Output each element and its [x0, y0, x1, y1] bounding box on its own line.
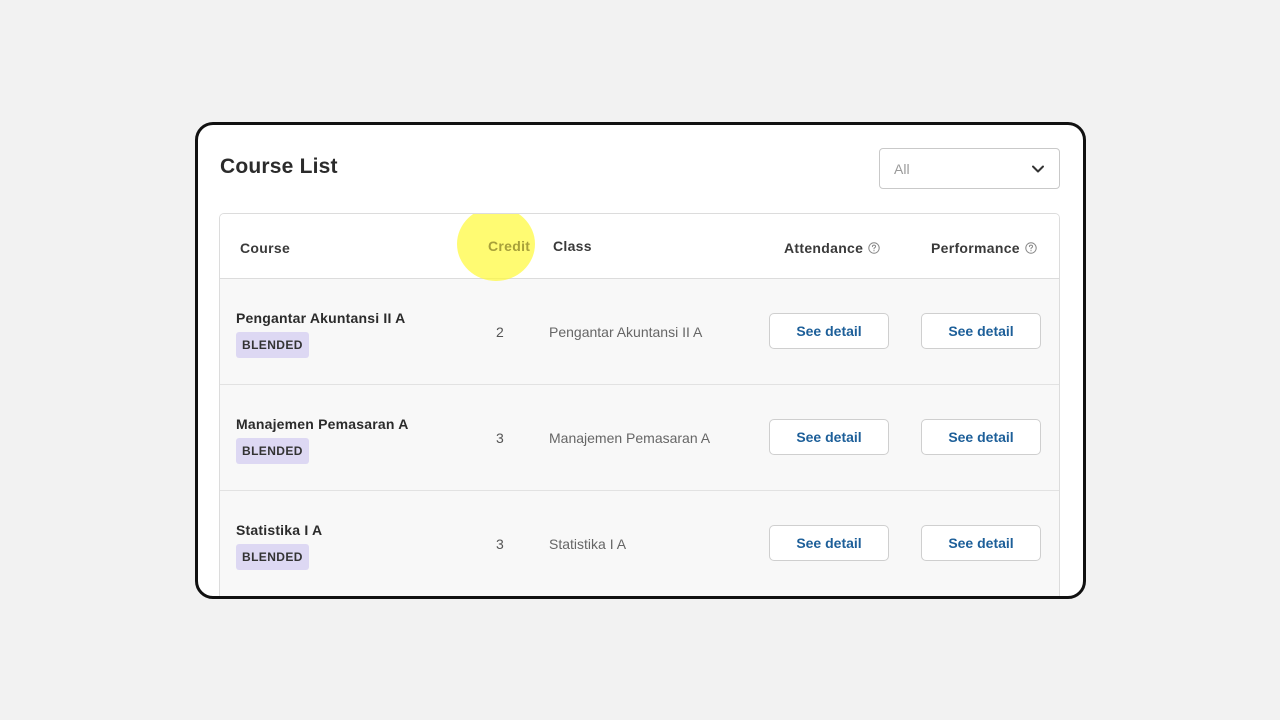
course-name: Pengantar Akuntansi II A — [236, 310, 406, 326]
credit-value: 2 — [496, 324, 504, 340]
help-circle-icon[interactable] — [1025, 242, 1037, 254]
performance-see-detail-button[interactable]: See detail — [921, 419, 1041, 455]
table-row: Statistika I A BLENDED 3 Statistika I A … — [220, 491, 1059, 596]
column-header-performance: Performance — [931, 240, 1037, 256]
column-header-course: Course — [240, 240, 291, 256]
help-circle-icon[interactable] — [868, 242, 880, 254]
table-row: Manajemen Pemasaran A BLENDED 3 Manajeme… — [220, 385, 1059, 491]
course-list-card: Course List All Course Credit Class Atte… — [195, 122, 1086, 599]
column-header-attendance-label: Attendance — [784, 240, 864, 256]
course-table: Course Credit Class Attendance Performan… — [219, 213, 1060, 596]
credit-value: 3 — [496, 536, 504, 552]
attendance-see-detail-button[interactable]: See detail — [769, 525, 889, 561]
delivery-badge: BLENDED — [236, 332, 309, 358]
attendance-see-detail-button[interactable]: See detail — [769, 313, 889, 349]
credit-value: 3 — [496, 430, 504, 446]
column-header-class: Class — [553, 238, 592, 254]
performance-see-detail-button[interactable]: See detail — [921, 525, 1041, 561]
delivery-badge: BLENDED — [236, 438, 309, 464]
filter-selected-value: All — [894, 161, 910, 177]
column-header-performance-label: Performance — [931, 240, 1020, 256]
course-name: Statistika I A — [236, 522, 323, 538]
delivery-badge: BLENDED — [236, 544, 309, 570]
table-row: Pengantar Akuntansi II A BLENDED 2 Penga… — [220, 279, 1059, 385]
performance-see-detail-button[interactable]: See detail — [921, 313, 1041, 349]
class-name: Pengantar Akuntansi II A — [549, 324, 703, 340]
course-name: Manajemen Pemasaran A — [236, 416, 409, 432]
table-header: Course Credit Class Attendance Performan… — [220, 214, 1059, 281]
column-header-credit[interactable]: Credit — [488, 238, 530, 254]
filter-select[interactable]: All — [879, 148, 1060, 189]
class-name: Manajemen Pemasaran A — [549, 430, 711, 446]
class-name: Statistika I A — [549, 536, 627, 552]
column-header-attendance: Attendance — [784, 240, 880, 256]
chevron-down-icon — [1032, 165, 1044, 173]
page-title: Course List — [220, 155, 338, 178]
attendance-see-detail-button[interactable]: See detail — [769, 419, 889, 455]
